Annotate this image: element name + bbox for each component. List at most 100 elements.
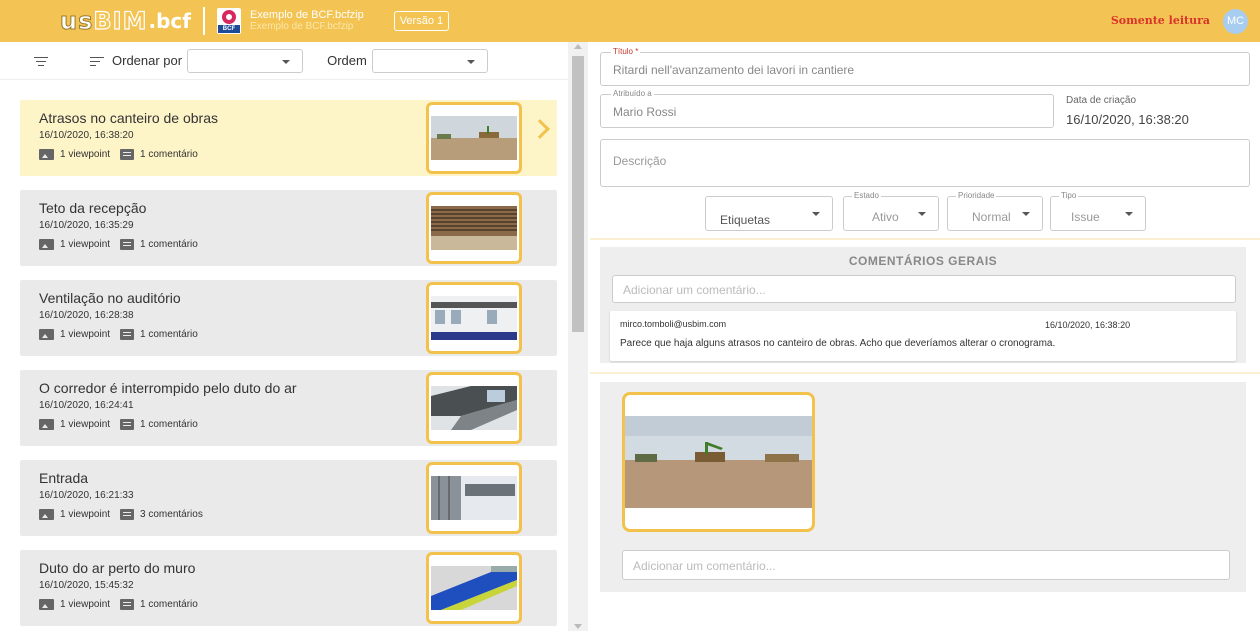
user-avatar[interactable]: MC [1223,9,1248,34]
issue-item[interactable]: O corredor é interrompido pelo duto do a… [20,370,557,446]
chevron-down-icon [812,212,820,216]
construction-site-image [625,416,812,508]
general-comment-placeholder: Adicionar um comentário... [623,283,766,297]
comment-card: mirco.tomboli@usbim.com 16/10/2020, 16:3… [610,311,1236,361]
title-value: Ritardi nell'avanzamento dei lavori in c… [613,63,855,77]
assigned-to-field[interactable]: Atribuído a Mario Rossi [600,89,1054,128]
file-info: Exemplo de BCF.bcfzip Exemplo de BCF.bcf… [250,9,364,33]
general-comment-input[interactable]: Adicionar um comentário... [612,275,1236,303]
entrance-image [431,476,517,520]
viewpoint-section: Adicionar um comentário... [600,382,1246,592]
issue-item[interactable]: Atrasos no canteiro de obras 16/10/2020,… [20,100,557,176]
issue-thumbnail[interactable] [426,552,522,624]
comment-count: 1 comentário [140,419,198,430]
comment-author: mirco.tomboli@usbim.com [620,319,727,329]
sort-by-select[interactable] [187,48,304,73]
comment-icon [120,509,135,520]
scroll-thumb[interactable] [572,56,584,332]
viewpoint-count: 1 viewpoint [60,239,111,250]
sort-by-label: Ordenar por [112,53,183,68]
title-field[interactable]: Título * Ritardi nell'avanzamento dei la… [600,47,1250,86]
usbim-bcf-logo[interactable]: us BIM .bcf [59,0,190,42]
issue-meta: 1 viewpoint 1 comentário [39,239,198,250]
assigned-to-label: Atribuído a [611,89,654,98]
section-divider [590,372,1260,374]
scroll-up-arrow-icon[interactable] [574,44,582,49]
assigned-to-value: Mario Rossi [613,105,677,119]
issue-date: 16/10/2020, 15:45:32 [39,580,134,591]
order-select[interactable] [371,48,488,73]
priority-dropdown[interactable]: Prioridade Normal [947,191,1043,231]
ceiling-image [431,206,517,250]
chevron-down-icon [466,59,475,64]
comment-count: 1 comentário [140,149,198,160]
type-dropdown[interactable]: Tipo Issue [1050,191,1146,231]
filter-icon[interactable] [34,56,48,66]
issue-date: 16/10/2020, 16:35:29 [39,220,134,231]
order-label: Ordem [327,53,367,68]
issue-date: 16/10/2020, 16:21:33 [39,490,134,501]
header-divider [202,7,205,35]
comment-count: 3 comentários [140,509,203,520]
issue-thumbnail[interactable] [426,102,522,174]
issue-item[interactable]: Teto da recepção 16/10/2020, 16:35:29 1 … [20,190,557,266]
logo-bim-text: BIM [93,6,148,35]
issue-meta: 1 viewpoint 1 comentário [39,329,198,340]
chevron-down-icon [918,212,926,216]
issue-title: Atrasos no canteiro de obras [39,110,218,126]
title-label: Título * [611,47,641,56]
issue-date: 16/10/2020, 16:38:20 [39,130,134,141]
section-divider [590,238,1260,240]
issue-thumbnail[interactable] [426,282,522,354]
issue-date: 16/10/2020, 16:24:41 [39,400,134,411]
bcf-file-icon: BCF [216,8,241,34]
general-comments-section: COMENTÁRIOS GERAIS Adicionar um comentár… [600,247,1246,363]
issue-list-panel: Ordenar por Ordem Atrasos no canteiro de… [0,42,568,631]
chevron-down-icon [1022,212,1030,216]
image-icon [39,149,54,160]
duct-wall-image [431,566,517,610]
chevron-right-icon [530,119,550,139]
comment-icon [120,329,135,340]
issue-item[interactable]: Entrada 16/10/2020, 16:21:33 1 viewpoint… [20,460,557,536]
comment-icon [120,149,135,160]
status-dropdown[interactable]: Estado Ativo [843,191,939,231]
comment-icon [120,599,135,610]
type-value: Issue [1071,210,1100,224]
issue-meta: 1 viewpoint 1 comentário [39,419,198,430]
issue-title: Entrada [39,470,89,486]
construction-site-image [431,116,517,160]
viewpoint-count: 1 viewpoint [60,149,111,160]
creation-date-value: 16/10/2020, 16:38:20 [1066,112,1189,127]
app-header: us BIM .bcf BCF Exemplo de BCF.bcfzip Exem… [0,0,1260,42]
sort-icon [90,56,104,66]
version-button[interactable]: Versão 1 [393,11,450,31]
viewpoint-comment-input[interactable]: Adicionar um comentário... [622,550,1230,580]
file-subtitle: Exemplo de BCF.bcfzip [249,21,354,32]
viewpoint-count: 1 viewpoint [60,329,111,340]
issue-thumbnail[interactable] [426,372,522,444]
issue-item[interactable]: Duto do ar perto do muro 16/10/2020, 15:… [20,550,557,626]
scroll-down-arrow-icon[interactable] [574,624,582,629]
description-field[interactable]: Descrição [600,139,1250,187]
comment-text: Parece que haja alguns atrasos no cantei… [620,338,1056,349]
viewpoint-thumbnail[interactable] [622,392,815,532]
comment-count: 1 comentário [140,599,198,610]
comment-count: 1 comentário [140,329,198,340]
priority-value: Normal [972,210,1011,224]
list-scrollbar[interactable] [568,42,588,631]
tags-dropdown[interactable]: Etiquetas [705,196,833,231]
issue-meta: 1 viewpoint 3 comentários [39,509,203,520]
issue-thumbnail[interactable] [426,462,522,534]
list-toolbar: Ordenar por Ordem [0,42,568,80]
chevron-down-icon [1125,212,1133,216]
issue-thumbnail[interactable] [426,192,522,264]
image-icon [39,329,54,340]
image-icon [39,509,54,520]
viewpoint-count: 1 viewpoint [60,509,111,520]
description-placeholder: Descrição [613,154,667,168]
issue-item[interactable]: Ventilação no auditório 16/10/2020, 16:2… [20,280,557,356]
comment-date: 16/10/2020, 16:38:20 [1045,320,1131,330]
chevron-down-icon [282,59,291,64]
file-title: Exemplo de BCF.bcfzip [249,9,364,21]
